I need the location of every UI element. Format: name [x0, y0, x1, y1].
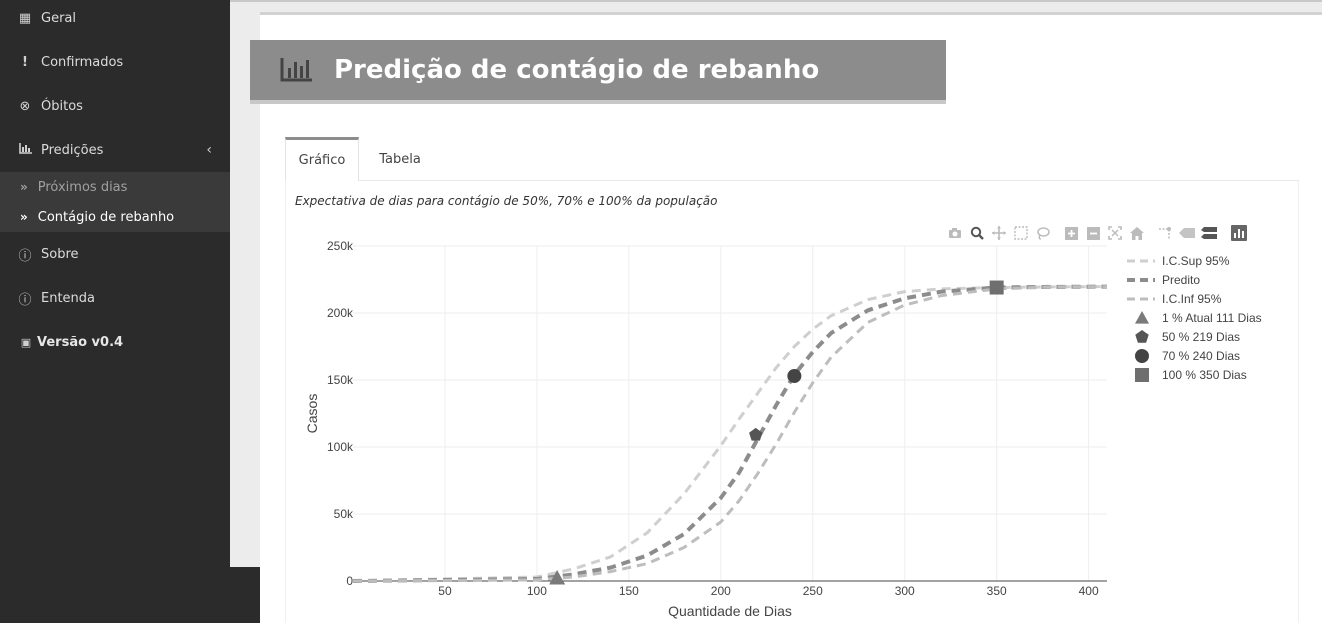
sidebar-item-label: Sobre [41, 246, 79, 262]
sidebar-item-obitos[interactable]: ⊗ Óbitos [0, 86, 230, 126]
dashboard-icon: ▦ [18, 10, 32, 26]
sidebar-footer-fill [230, 567, 260, 623]
sidebar-item-predicoes[interactable]: Predições ‹ [0, 130, 230, 170]
sidebar-subitem-proximos-dias[interactable]: » Próximos dias [0, 172, 230, 202]
sidebar-item-label: Confirmados [41, 54, 124, 70]
spike-icon[interactable] [1154, 224, 1176, 242]
version-label: Versão v0.4 [37, 334, 124, 350]
pan-icon[interactable] [988, 224, 1010, 242]
exclamation-icon: ! [22, 54, 28, 70]
tab-content [285, 181, 1299, 623]
tab-bar: Gráfico Tabela [285, 137, 1299, 181]
chevron-left-icon: ‹ [206, 142, 212, 158]
sidebar-item-label: Geral [41, 10, 76, 26]
double-chevron-icon: » [20, 210, 28, 224]
sidebar: ▦ Geral ! Confirmados ⊗ Óbitos Predições… [0, 0, 230, 623]
plotly-logo-icon[interactable] [1228, 224, 1250, 242]
times-circle-icon: ⊗ [19, 98, 31, 114]
sidebar-item-sobre[interactable]: ⓘ Sobre [0, 234, 230, 274]
sidebar-item-label: Óbitos [41, 98, 83, 114]
bar-chart-icon [280, 58, 312, 82]
sidebar-item-label: Predições [41, 142, 104, 158]
predicoes-submenu: » Próximos dias » Contágio de rebanho [0, 172, 230, 232]
box-select-icon[interactable] [1010, 224, 1032, 242]
info-icon: ⓘ [18, 248, 32, 264]
lasso-icon[interactable] [1032, 224, 1054, 242]
sidebar-subitem-contagio-de-rebanho[interactable]: » Contágio de rebanho [0, 202, 230, 232]
double-chevron-icon: » [20, 180, 28, 194]
plot-modebar [944, 224, 1250, 242]
sidebar-version: ▣ Versão v0.4 [0, 322, 230, 362]
autoscale-icon[interactable] [1104, 224, 1126, 242]
tab-grafico[interactable]: Gráfico [285, 137, 359, 181]
hover-compare-icon[interactable] [1198, 224, 1220, 242]
sidebar-item-label: Entenda [41, 290, 96, 306]
info-icon: ⓘ [18, 292, 32, 308]
bar-chart-icon [17, 142, 33, 158]
zoom-out-icon[interactable] [1082, 224, 1104, 242]
sidebar-subitem-label: Próximos dias [37, 179, 128, 195]
sidebar-item-entenda[interactable]: ⓘ Entenda [0, 278, 230, 318]
zoom-icon[interactable] [966, 224, 988, 242]
page-title: Predição de contágio de rebanho [334, 55, 820, 85]
chart-subtitle: Expectativa de dias para contágio de 50%… [295, 194, 718, 208]
hover-closest-icon[interactable] [1176, 224, 1198, 242]
github-icon: ▣ [20, 335, 32, 349]
camera-icon[interactable] [944, 224, 966, 242]
zoom-in-icon[interactable] [1060, 224, 1082, 242]
sidebar-item-geral[interactable]: ▦ Geral [0, 0, 230, 38]
page-header: Predição de contágio de rebanho [250, 40, 946, 104]
sidebar-item-confirmados[interactable]: ! Confirmados [0, 42, 230, 82]
sidebar-subitem-label: Contágio de rebanho [37, 209, 175, 225]
home-icon[interactable] [1126, 224, 1148, 242]
top-divider [230, 0, 1322, 2]
tab-tabela[interactable]: Tabela [365, 137, 435, 181]
